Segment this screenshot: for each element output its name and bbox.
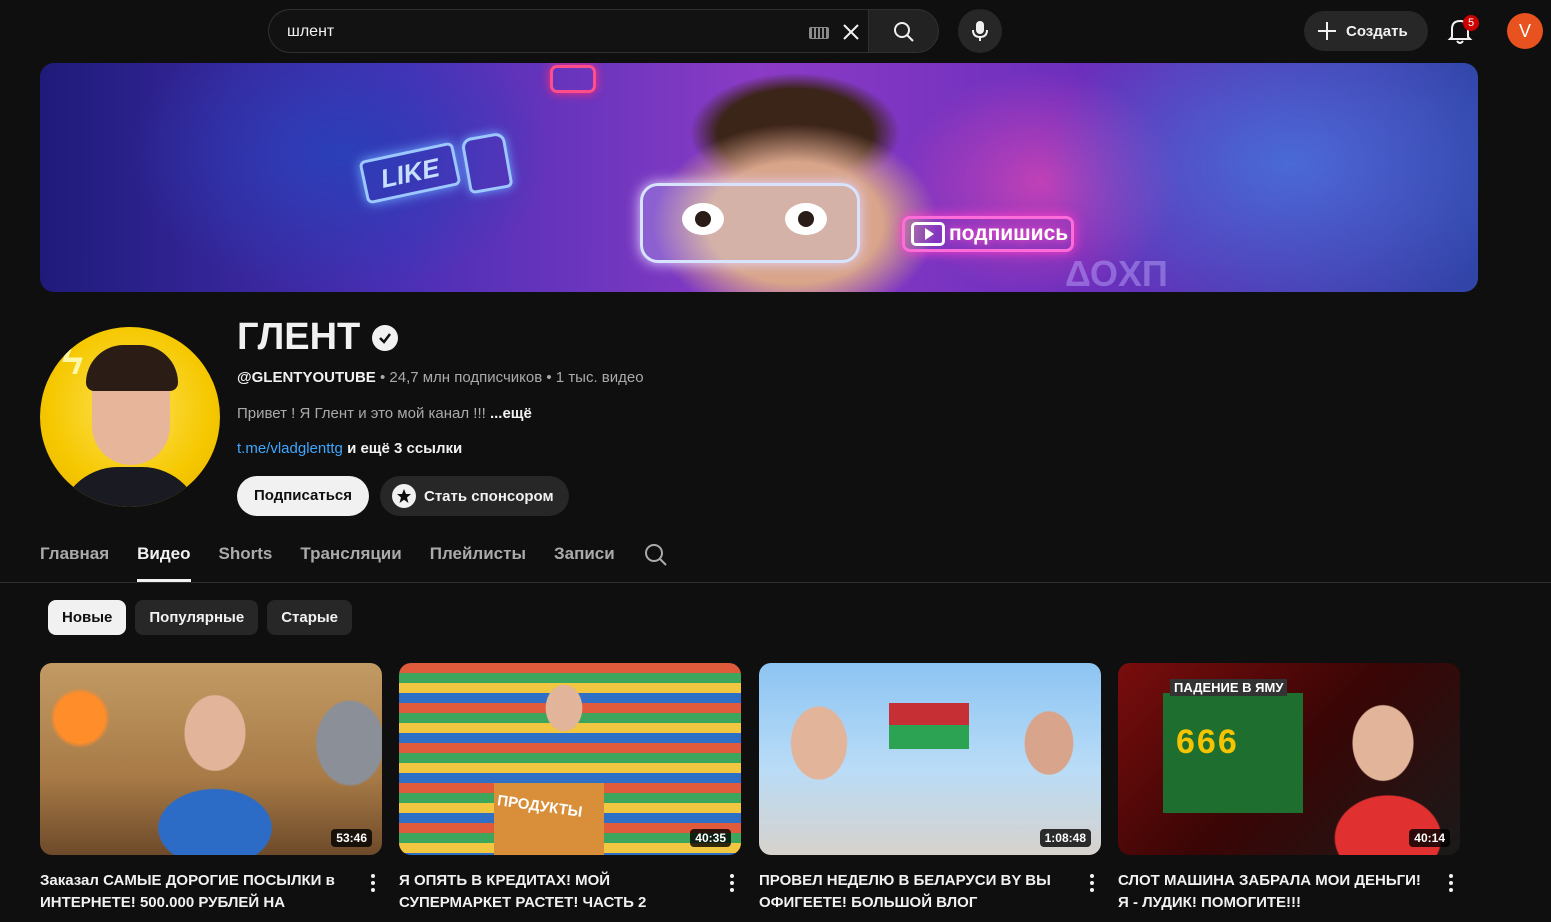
tab-live[interactable]: Трансляции (300, 532, 401, 582)
more-vert-icon[interactable] (1442, 874, 1460, 894)
video-thumbnail[interactable]: ПРОДУКТЫ 40:35 (399, 663, 741, 855)
channel-tabs: Главная Видео Shorts Трансляции Плейлист… (40, 532, 643, 582)
video-card[interactable]: ПАДЕНИЕ В ЯМУ 666 40:14 СЛОТ МАШИНА ЗАБР… (1118, 663, 1460, 911)
search-input[interactable] (287, 20, 787, 44)
tab-videos[interactable]: Видео (137, 532, 191, 582)
chip-popular[interactable]: Популярные (135, 600, 259, 635)
thumbs-up-icon (460, 131, 514, 195)
tab-posts[interactable]: Записи (554, 532, 615, 582)
thumbnail-label: ПАДЕНИЕ В ЯМУ (1170, 679, 1288, 696)
notifications-badge: 5 (1463, 15, 1479, 31)
video-title[interactable]: Заказал САМЫЕ ДОРОГИЕ ПОСЫЛКИ в ИНТЕРНЕТ… (40, 870, 350, 914)
banner-like-sign: LIKE (358, 141, 462, 205)
tab-shorts[interactable]: Shorts (219, 532, 273, 582)
banner-eye (682, 203, 724, 235)
channel-handle: @GLENTYOUTUBE (237, 369, 376, 386)
channel-stats: • 24,7 млн подписчиков • 1 тыс. видео (375, 369, 644, 386)
sort-chips: Новые Популярные Старые (48, 600, 353, 635)
more-links[interactable]: и ещё 3 ссылки (343, 440, 462, 457)
channel-avatar[interactable]: ϟ (40, 327, 220, 507)
video-duration: 53:46 (331, 829, 372, 847)
channel-meta: @GLENTYOUTUBE • 24,7 млн подписчиков • 1… (237, 369, 644, 386)
create-label: Создать (1346, 22, 1408, 40)
video-duration: 1:08:48 (1039, 829, 1091, 847)
banner-glasses (640, 183, 860, 263)
thumbnail-text: ПРОДУКТЫ (496, 792, 584, 821)
channel-name: ГЛЕНТ (237, 316, 399, 359)
search-box (268, 9, 868, 53)
channel-links: t.me/vladglenttg и ещё 3 ссылки (237, 440, 462, 457)
video-thumbnail[interactable]: ПАДЕНИЕ В ЯМУ 666 40:14 (1118, 663, 1460, 855)
more-vert-icon[interactable] (1083, 874, 1101, 894)
channel-banner: LIKE подпишись ΔΟΧΠ (40, 63, 1478, 292)
video-duration: 40:35 (690, 829, 731, 847)
video-thumbnail[interactable]: 1:08:48 (759, 663, 1101, 855)
video-card[interactable]: 53:46 Заказал САМЫЕ ДОРОГИЕ ПОСЫЛКИ в ИН… (40, 663, 382, 911)
channel-description[interactable]: Привет ! Я Глент и это мой канал !!! ...… (237, 405, 532, 422)
banner-subscribe-sign: подпишись (902, 216, 1074, 252)
subscribe-button[interactable]: Подписаться (237, 476, 369, 516)
verified-icon (372, 324, 399, 351)
more-vert-icon[interactable] (723, 874, 741, 894)
chip-oldest[interactable]: Старые (267, 600, 353, 635)
tab-playlists[interactable]: Плейлисты (430, 532, 526, 582)
more-vert-icon[interactable] (364, 874, 382, 894)
video-thumbnail[interactable]: 53:46 (40, 663, 382, 855)
video-title[interactable]: ПРОВЕЛ НЕДЕЛЮ В БЕЛАРУСИ BY ВЫ ОФИГЕЕТЕ!… (759, 870, 1069, 914)
video-title[interactable]: СЛОТ МАШИНА ЗАБРАЛА МОИ ДЕНЬГИ! Я - ЛУДИ… (1118, 870, 1428, 914)
tab-home[interactable]: Главная (40, 532, 109, 582)
sponsor-button[interactable]: Стать спонсором (380, 476, 569, 516)
divider (0, 582, 1551, 583)
thumbnail-text: 666 (1176, 723, 1239, 761)
description-more-link[interactable]: ...ещё (490, 405, 532, 422)
microphone-icon (972, 21, 988, 41)
chip-newest[interactable]: Новые (48, 600, 127, 635)
top-bar: Создать 5 V (0, 0, 1551, 62)
create-button[interactable]: Создать (1304, 11, 1428, 51)
youtube-logo-icon (550, 65, 596, 93)
channel-search-icon[interactable] (643, 542, 669, 568)
video-card[interactable]: 1:08:48 ПРОВЕЛ НЕДЕЛЮ В БЕЛАРУСИ BY ВЫ О… (759, 663, 1101, 911)
sponsor-label: Стать спонсором (424, 487, 554, 505)
video-card[interactable]: ПРОДУКТЫ 40:35 Я ОПЯТЬ В КРЕДИТАХ! МОЙ С… (399, 663, 741, 911)
play-icon (911, 222, 945, 246)
voice-search-button[interactable] (958, 9, 1002, 53)
search-button[interactable] (868, 9, 939, 53)
search-icon (894, 22, 914, 42)
star-icon (392, 484, 416, 508)
lightning-icon: ϟ (62, 339, 84, 383)
keyboard-icon[interactable] (809, 27, 829, 39)
telegram-link[interactable]: t.me/vladglenttg (237, 440, 343, 457)
clear-search-icon[interactable] (839, 20, 863, 44)
video-duration: 40:14 (1409, 829, 1450, 847)
banner-brand-text: ΔΟΧΠ (1065, 253, 1168, 292)
banner-eye (785, 203, 827, 235)
user-avatar[interactable]: V (1507, 13, 1543, 49)
video-title[interactable]: Я ОПЯТЬ В КРЕДИТАХ! МОЙ СУПЕРМАРКЕТ РАСТ… (399, 870, 709, 914)
plus-icon (1318, 22, 1336, 40)
